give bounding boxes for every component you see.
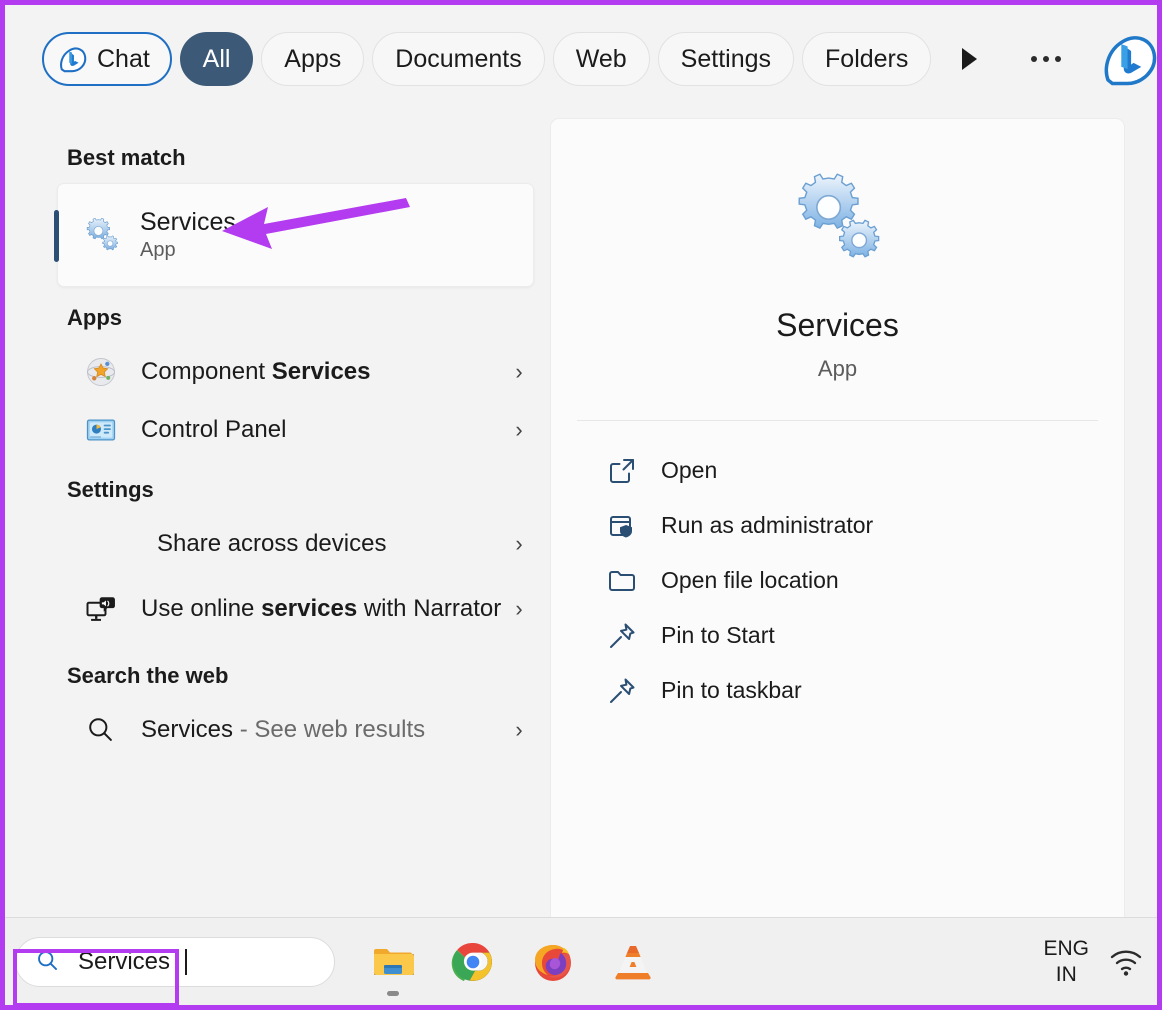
filter-pill-documents[interactable]: Documents: [372, 32, 545, 86]
play-triangle-icon[interactable]: [951, 32, 988, 86]
filter-pill-chat[interactable]: Chat: [42, 32, 172, 86]
filter-pill-settings[interactable]: Settings: [657, 32, 795, 86]
settings-heading: Settings: [67, 477, 154, 502]
filter-pill-web[interactable]: Web: [552, 32, 650, 86]
filter-pill-web-label: Web: [575, 44, 627, 73]
preview-hero: Services App: [551, 119, 1124, 382]
chevron-right-icon[interactable]: ›: [504, 596, 534, 622]
narrator-icon: [83, 591, 119, 627]
best-match-text: Services App: [140, 208, 236, 263]
filter-pill-documents-label: Documents: [395, 44, 522, 73]
search-filter-bar: Chat All Apps Documents Web Settings Fol…: [5, 5, 1157, 113]
action-pin-to-taskbar-label: Pin to taskbar: [661, 677, 802, 703]
search-results-panel: Best match Services App Apps Component S…: [5, 113, 550, 917]
shield-admin-icon: [607, 511, 637, 541]
bing-logo-icon[interactable]: [1101, 31, 1157, 87]
folder-icon: [607, 566, 637, 596]
result-component-services[interactable]: Component Services ›: [57, 343, 534, 401]
taskbar-search-box[interactable]: Services: [15, 936, 335, 987]
result-web-search-services[interactable]: Services - See web results ›: [57, 701, 534, 759]
chevron-right-icon[interactable]: ›: [504, 417, 534, 443]
pin-icon: [607, 676, 637, 706]
filter-pill-settings-label: Settings: [680, 44, 772, 73]
taskbar-icon-mozilla-firefox[interactable]: [531, 940, 575, 984]
action-pin-to-start[interactable]: Pin to Start: [577, 608, 1124, 663]
taskbar-icon-file-explorer[interactable]: [371, 940, 415, 996]
search-input[interactable]: Services: [78, 948, 170, 976]
action-open[interactable]: Open: [577, 443, 1124, 498]
taskbar-icon-google-chrome[interactable]: [451, 940, 495, 984]
filter-pill-folders-label: Folders: [825, 44, 909, 73]
open-external-icon: [607, 456, 637, 486]
best-match-subtitle: App: [140, 239, 176, 262]
action-run-as-administrator[interactable]: Run as administrator: [577, 498, 1124, 553]
label-bold: services: [261, 594, 358, 622]
label-plain: Services: [141, 715, 234, 743]
best-match-result-services[interactable]: Services App: [54, 183, 534, 287]
label-plain: Component: [141, 357, 272, 385]
bing-chat-icon: [58, 44, 88, 74]
language-line-2: IN: [1055, 962, 1077, 986]
label-plain: Share across devices: [157, 529, 387, 557]
action-open-label: Open: [661, 457, 718, 483]
result-use-online-services-narrator-label: Use online services with Narrator: [141, 593, 504, 625]
language-indicator[interactable]: ENG IN: [1043, 936, 1089, 986]
result-use-online-services-narrator[interactable]: Use online services with Narrator ›: [57, 573, 534, 645]
action-open-file-location[interactable]: Open file location: [577, 553, 1124, 608]
filter-pill-apps[interactable]: Apps: [261, 32, 365, 86]
chevron-right-icon[interactable]: ›: [504, 531, 534, 557]
pin-icon: [607, 621, 637, 651]
magnifier-icon: [34, 947, 64, 977]
taskbar-app-icons: [371, 940, 655, 996]
label-dim: - See web results: [233, 715, 426, 743]
apps-heading: Apps: [67, 305, 122, 330]
action-run-as-administrator-label: Run as administrator: [661, 512, 874, 538]
filter-pill-chat-label: Chat: [97, 44, 150, 73]
wifi-icon[interactable]: [1109, 945, 1143, 979]
app-preview-panel: Services App Open Run as administrator O…: [550, 118, 1125, 928]
filter-pill-all[interactable]: All: [179, 32, 254, 86]
filter-pill-all-label: All: [202, 44, 231, 73]
preview-actions-list: Open Run as administrator Open file loca…: [551, 421, 1124, 718]
language-line-1: ENG: [1043, 937, 1089, 961]
result-share-across-devices-label: Share across devices: [157, 528, 504, 560]
preview-subtitle: App: [817, 356, 858, 381]
taskbar-icon-vlc-media-player[interactable]: [611, 940, 655, 984]
filter-pill-folders[interactable]: Folders: [802, 32, 932, 86]
windows-search-screen: Chat All Apps Documents Web Settings Fol…: [0, 0, 1162, 1010]
label-tail: with Narrator: [357, 594, 502, 622]
chevron-right-icon[interactable]: ›: [504, 717, 534, 743]
text-caret: [185, 948, 188, 975]
filter-pill-apps-label: Apps: [284, 44, 342, 73]
action-pin-to-start-label: Pin to Start: [661, 622, 775, 648]
component-services-icon: [83, 354, 119, 390]
label-bold: Services: [271, 357, 371, 385]
preview-title: Services: [776, 307, 899, 343]
result-share-across-devices[interactable]: Share across devices ›: [57, 515, 534, 573]
action-open-file-location-label: Open file location: [661, 567, 839, 593]
gears-icon: [84, 217, 120, 253]
result-control-panel-label: Control Panel: [141, 414, 504, 446]
result-web-search-services-label: Services - See web results: [141, 714, 504, 746]
search-the-web-heading: Search the web: [67, 663, 229, 688]
control-panel-icon: [83, 412, 119, 448]
chevron-right-icon[interactable]: ›: [504, 359, 534, 385]
best-match-heading: Best match: [67, 145, 186, 170]
action-pin-to-taskbar[interactable]: Pin to taskbar: [577, 663, 1124, 718]
label-plain: Control Panel: [141, 415, 287, 443]
system-tray: ENG IN: [1043, 936, 1157, 986]
magnifier-icon: [83, 712, 119, 748]
result-control-panel[interactable]: Control Panel ›: [57, 401, 534, 459]
taskbar: Services ENG IN: [5, 917, 1157, 1005]
best-match-title: Services: [140, 207, 236, 236]
gears-icon: [791, 171, 885, 265]
result-component-services-label: Component Services: [141, 356, 504, 388]
running-indicator: [387, 990, 399, 996]
label-plain: Use online: [141, 594, 262, 622]
ellipsis-icon[interactable]: [1018, 32, 1073, 86]
